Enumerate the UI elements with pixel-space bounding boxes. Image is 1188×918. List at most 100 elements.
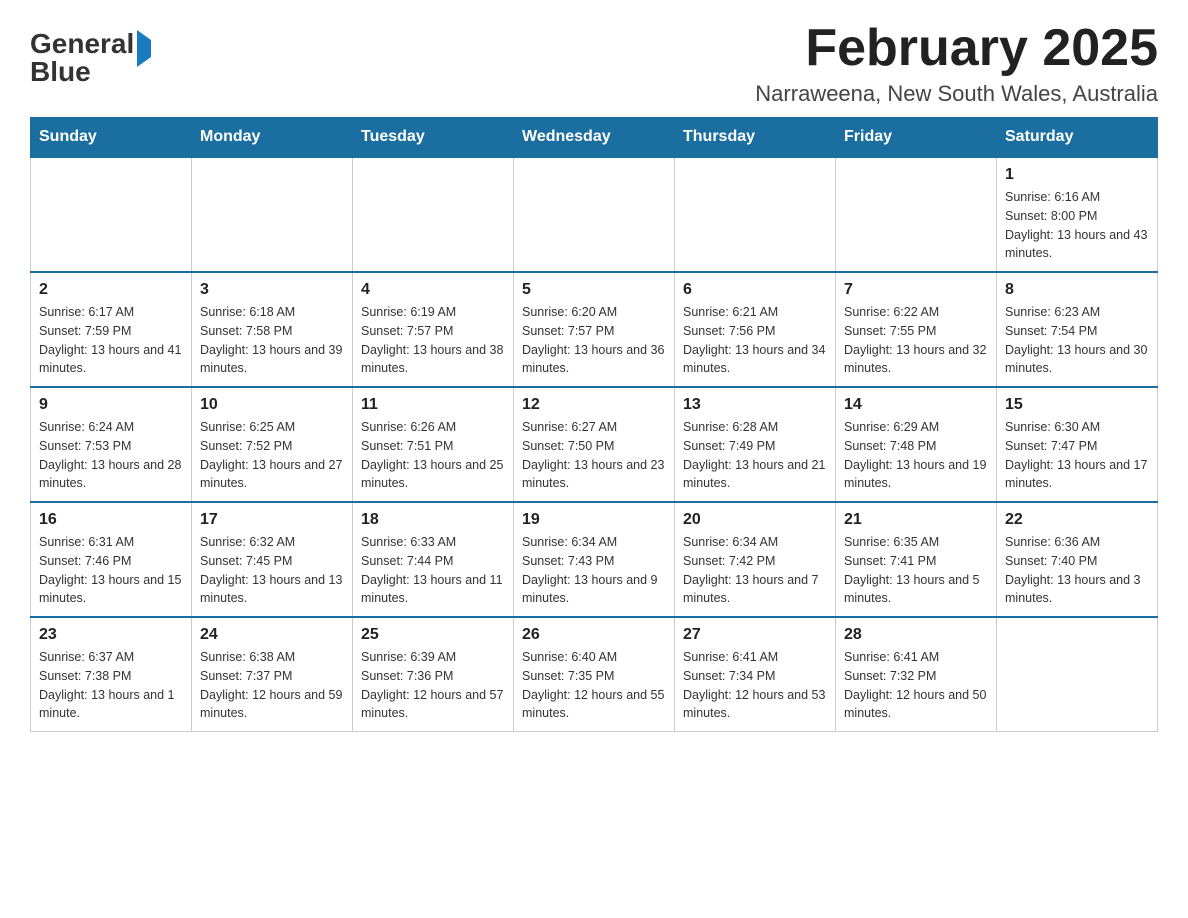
calendar-week-row: 2 Sunrise: 6:17 AM Sunset: 7:59 PM Daylig…: [31, 272, 1158, 387]
day-number: 27: [683, 626, 827, 644]
calendar-day-cell: [192, 157, 353, 272]
day-of-week-header: Wednesday: [514, 118, 675, 158]
location-subtitle: Narraweena, New South Wales, Australia: [755, 81, 1158, 107]
calendar-header: SundayMondayTuesdayWednesdayThursdayFrid…: [31, 118, 1158, 158]
calendar-day-cell: 14Sunrise: 6:29 AM Sunset: 7:48 PM Dayli…: [836, 387, 997, 502]
logo-blue-text: Blue: [30, 56, 91, 87]
calendar-week-row: 23Sunrise: 6:37 AM Sunset: 7:38 PM Dayli…: [31, 617, 1158, 732]
calendar-week-row: 9 Sunrise: 6:24 AM Sunset: 7:53 PM Daylig…: [31, 387, 1158, 502]
calendar-day-cell: 5Sunrise: 6:20 AM Sunset: 7:57 PM Daylig…: [514, 272, 675, 387]
calendar-day-cell: 28 Sunrise: 6:41 AM Sunset: 7:32 PM Dayli…: [836, 617, 997, 732]
day-number: 17: [200, 511, 344, 529]
calendar-day-cell: [353, 157, 514, 272]
day-of-week-header: Monday: [192, 118, 353, 158]
day-number: 2: [39, 281, 183, 299]
day-info: Sunrise: 6:28 AM Sunset: 7:49 PM Dayligh…: [683, 418, 827, 493]
calendar-day-cell: 15 Sunrise: 6:30 AM Sunset: 7:47 PM Dayli…: [997, 387, 1158, 502]
calendar-day-cell: [997, 617, 1158, 732]
day-info: Sunrise: 6:25 AM Sunset: 7:52 PM Dayligh…: [200, 418, 344, 493]
day-number: 6: [683, 281, 827, 299]
day-info: Sunrise: 6:33 AM Sunset: 7:44 PM Dayligh…: [361, 533, 505, 608]
day-number: 5: [522, 281, 666, 299]
calendar-day-cell: 26Sunrise: 6:40 AM Sunset: 7:35 PM Dayli…: [514, 617, 675, 732]
day-number: 19: [522, 511, 666, 529]
day-info: Sunrise: 6:23 AM Sunset: 7:54 PM Dayligh…: [1005, 303, 1149, 378]
calendar-day-cell: 2 Sunrise: 6:17 AM Sunset: 7:59 PM Daylig…: [31, 272, 192, 387]
calendar-day-cell: [514, 157, 675, 272]
calendar-week-row: 16Sunrise: 6:31 AM Sunset: 7:46 PM Dayli…: [31, 502, 1158, 617]
day-info: Sunrise: 6:17 AM Sunset: 7:59 PM Dayligh…: [39, 303, 183, 378]
calendar-day-cell: 13 Sunrise: 6:28 AM Sunset: 7:49 PM Dayli…: [675, 387, 836, 502]
day-number: 18: [361, 511, 505, 529]
page-header: General Blue February 2025 Narraweena, N…: [30, 20, 1158, 107]
day-number: 15: [1005, 396, 1149, 414]
day-number: 28: [844, 626, 988, 644]
days-of-week-row: SundayMondayTuesdayWednesdayThursdayFrid…: [31, 118, 1158, 158]
calendar-body: 1 Sunrise: 6:16 AM Sunset: 8:00 PM Daylig…: [31, 157, 1158, 732]
calendar-day-cell: 6 Sunrise: 6:21 AM Sunset: 7:56 PM Daylig…: [675, 272, 836, 387]
calendar-day-cell: 12 Sunrise: 6:27 AM Sunset: 7:50 PM Dayli…: [514, 387, 675, 502]
calendar-day-cell: 7 Sunrise: 6:22 AM Sunset: 7:55 PM Daylig…: [836, 272, 997, 387]
calendar-day-cell: 11 Sunrise: 6:26 AM Sunset: 7:51 PM Dayli…: [353, 387, 514, 502]
day-info: Sunrise: 6:34 AM Sunset: 7:43 PM Dayligh…: [522, 533, 666, 608]
day-info: Sunrise: 6:16 AM Sunset: 8:00 PM Dayligh…: [1005, 188, 1149, 263]
day-number: 7: [844, 281, 988, 299]
day-info: Sunrise: 6:24 AM Sunset: 7:53 PM Dayligh…: [39, 418, 183, 493]
calendar-day-cell: 18 Sunrise: 6:33 AM Sunset: 7:44 PM Dayli…: [353, 502, 514, 617]
month-title: February 2025: [755, 20, 1158, 77]
day-of-week-header: Friday: [836, 118, 997, 158]
day-info: Sunrise: 6:41 AM Sunset: 7:32 PM Dayligh…: [844, 648, 988, 723]
day-info: Sunrise: 6:30 AM Sunset: 7:47 PM Dayligh…: [1005, 418, 1149, 493]
day-number: 13: [683, 396, 827, 414]
day-info: Sunrise: 6:41 AM Sunset: 7:34 PM Dayligh…: [683, 648, 827, 723]
day-number: 11: [361, 396, 505, 414]
title-block: February 2025 Narraweena, New South Wale…: [755, 20, 1158, 107]
calendar-day-cell: 23Sunrise: 6:37 AM Sunset: 7:38 PM Dayli…: [31, 617, 192, 732]
calendar-day-cell: 16Sunrise: 6:31 AM Sunset: 7:46 PM Dayli…: [31, 502, 192, 617]
day-number: 26: [522, 626, 666, 644]
logo: General Blue: [30, 30, 151, 86]
day-info: Sunrise: 6:35 AM Sunset: 7:41 PM Dayligh…: [844, 533, 988, 608]
day-number: 16: [39, 511, 183, 529]
day-number: 1: [1005, 166, 1149, 184]
calendar-day-cell: 20 Sunrise: 6:34 AM Sunset: 7:42 PM Dayli…: [675, 502, 836, 617]
day-info: Sunrise: 6:21 AM Sunset: 7:56 PM Dayligh…: [683, 303, 827, 378]
calendar-day-cell: 27 Sunrise: 6:41 AM Sunset: 7:34 PM Dayli…: [675, 617, 836, 732]
day-of-week-header: Tuesday: [353, 118, 514, 158]
day-of-week-header: Saturday: [997, 118, 1158, 158]
day-number: 4: [361, 281, 505, 299]
calendar-day-cell: 1 Sunrise: 6:16 AM Sunset: 8:00 PM Daylig…: [997, 157, 1158, 272]
calendar-day-cell: 10 Sunrise: 6:25 AM Sunset: 7:52 PM Dayli…: [192, 387, 353, 502]
day-number: 12: [522, 396, 666, 414]
day-info: Sunrise: 6:18 AM Sunset: 7:58 PM Dayligh…: [200, 303, 344, 378]
day-info: Sunrise: 6:39 AM Sunset: 7:36 PM Dayligh…: [361, 648, 505, 723]
day-info: Sunrise: 6:32 AM Sunset: 7:45 PM Dayligh…: [200, 533, 344, 608]
day-number: 25: [361, 626, 505, 644]
day-number: 24: [200, 626, 344, 644]
day-info: Sunrise: 6:37 AM Sunset: 7:38 PM Dayligh…: [39, 648, 183, 723]
day-info: Sunrise: 6:27 AM Sunset: 7:50 PM Dayligh…: [522, 418, 666, 493]
day-info: Sunrise: 6:26 AM Sunset: 7:51 PM Dayligh…: [361, 418, 505, 493]
day-number: 20: [683, 511, 827, 529]
day-info: Sunrise: 6:38 AM Sunset: 7:37 PM Dayligh…: [200, 648, 344, 723]
calendar-day-cell: [31, 157, 192, 272]
calendar-day-cell: 19 Sunrise: 6:34 AM Sunset: 7:43 PM Dayli…: [514, 502, 675, 617]
day-info: Sunrise: 6:29 AM Sunset: 7:48 PM Dayligh…: [844, 418, 988, 493]
calendar-day-cell: 3 Sunrise: 6:18 AM Sunset: 7:58 PM Daylig…: [192, 272, 353, 387]
calendar-week-row: 1 Sunrise: 6:16 AM Sunset: 8:00 PM Daylig…: [31, 157, 1158, 272]
calendar-day-cell: [675, 157, 836, 272]
day-number: 3: [200, 281, 344, 299]
day-number: 9: [39, 396, 183, 414]
day-number: 22: [1005, 511, 1149, 529]
calendar-day-cell: 17 Sunrise: 6:32 AM Sunset: 7:45 PM Dayli…: [192, 502, 353, 617]
day-number: 10: [200, 396, 344, 414]
logo-general-text: General: [30, 28, 134, 59]
calendar-day-cell: 22Sunrise: 6:36 AM Sunset: 7:40 PM Dayli…: [997, 502, 1158, 617]
day-info: Sunrise: 6:34 AM Sunset: 7:42 PM Dayligh…: [683, 533, 827, 608]
day-number: 21: [844, 511, 988, 529]
day-of-week-header: Thursday: [675, 118, 836, 158]
day-info: Sunrise: 6:22 AM Sunset: 7:55 PM Dayligh…: [844, 303, 988, 378]
day-info: Sunrise: 6:19 AM Sunset: 7:57 PM Dayligh…: [361, 303, 505, 378]
calendar-day-cell: 4 Sunrise: 6:19 AM Sunset: 7:57 PM Daylig…: [353, 272, 514, 387]
day-number: 8: [1005, 281, 1149, 299]
